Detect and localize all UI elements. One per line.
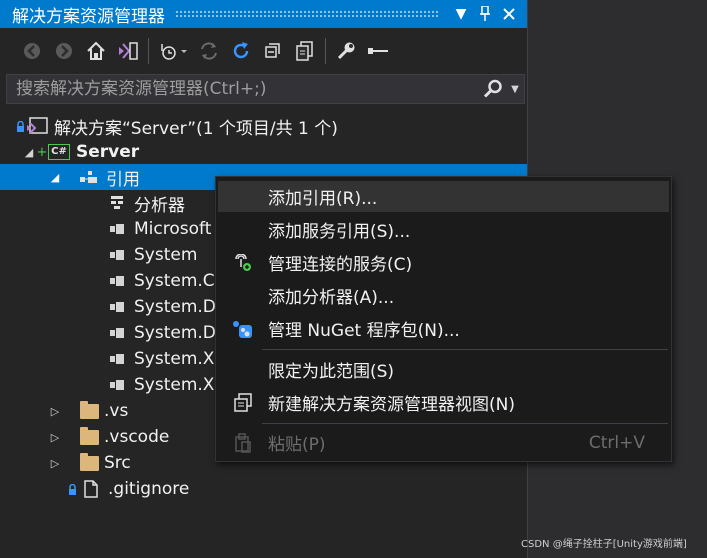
ref-item-label: 分析器 <box>134 195 185 216</box>
new-view-icon <box>218 392 268 413</box>
dropdown-icon[interactable]: ▼ <box>449 0 473 28</box>
folder-label: .vscode <box>104 427 170 447</box>
folder-icon <box>78 452 100 473</box>
nuget-icon <box>218 319 268 339</box>
csharp-badge: C# <box>48 144 70 160</box>
solution-label: 解决方案“Server”(1 个项目/共 1 个) <box>54 118 338 139</box>
search-icon[interactable] <box>480 79 506 99</box>
panel-title: 解决方案资源管理器 <box>12 6 165 27</box>
ref-item-label: System.X <box>134 349 215 369</box>
menu-separator <box>262 349 668 350</box>
menu-item-add-reference[interactable]: 添加引用(R)... <box>218 181 669 212</box>
sync-icon[interactable] <box>193 35 225 67</box>
project-label: Server <box>76 142 140 162</box>
folder-label: Src <box>104 453 131 473</box>
explorer-toolbar <box>0 28 527 74</box>
menu-item-label: 添加分析器(A)... <box>268 288 395 308</box>
toolbar-separator <box>325 38 326 64</box>
tree-project-row[interactable]: ◢ + C# Server <box>0 139 527 165</box>
menu-separator <box>262 423 668 424</box>
forward-icon[interactable] <box>48 35 80 67</box>
references-label: 引用 <box>106 169 140 190</box>
git-added-icon: + <box>36 144 48 160</box>
ref-item-label: System.D <box>134 297 216 317</box>
menu-item-manage-nuget[interactable]: 管理 NuGet 程序包(N)... <box>218 313 669 344</box>
csharp-project-icon: C# <box>48 142 70 162</box>
search-box[interactable]: ▼ <box>6 74 525 104</box>
assembly-reference-icon <box>106 349 128 369</box>
pin-icon[interactable] <box>473 0 497 28</box>
menu-item-manage-connected-services[interactable]: 管理连接的服务(C) <box>218 247 669 278</box>
solution-icon <box>26 116 48 136</box>
assembly-reference-icon <box>106 323 128 343</box>
ref-item-label: System.C <box>134 271 215 291</box>
vs-switch-views-icon[interactable] <box>112 35 144 67</box>
folder-label: .vs <box>104 401 129 421</box>
collapse-all-icon[interactable] <box>257 35 289 67</box>
paste-icon <box>218 432 268 453</box>
connected-service-icon <box>218 253 268 272</box>
lock-icon <box>16 120 26 132</box>
home-icon[interactable] <box>80 35 112 67</box>
folder-icon <box>78 426 100 447</box>
search-input[interactable] <box>7 78 480 100</box>
ref-item-label: System <box>134 245 198 265</box>
menu-item-add-analyzer[interactable]: 添加分析器(A)... <box>218 280 669 311</box>
show-all-files-icon[interactable] <box>289 35 321 67</box>
file-label: .gitignore <box>108 479 190 499</box>
expanded-arrow-icon[interactable]: ◢ <box>22 146 36 159</box>
collapsed-arrow-icon[interactable]: ▷ <box>48 457 62 470</box>
ref-item-label: Microsoft <box>134 219 212 239</box>
assembly-reference-icon <box>106 375 128 395</box>
file-icon <box>82 479 100 499</box>
assembly-reference-icon <box>106 219 128 239</box>
preview-icon[interactable] <box>362 35 394 67</box>
refresh-icon[interactable] <box>225 35 257 67</box>
ref-item-label: System.X <box>134 375 215 395</box>
menu-item-paste[interactable]: 粘贴(P) Ctrl+V <box>218 427 669 458</box>
title-grip[interactable] <box>175 10 439 18</box>
close-icon[interactable] <box>497 0 521 28</box>
menu-item-label: 限定为此范围(S) <box>268 362 395 382</box>
ref-item-label: System.D <box>134 323 216 343</box>
search-options-dropdown-icon[interactable]: ▼ <box>506 84 524 95</box>
menu-item-shortcut: Ctrl+V <box>588 432 645 453</box>
toolbar-separator <box>148 38 149 64</box>
menu-item-label: 新建解决方案资源管理器视图(N) <box>268 395 515 415</box>
menu-item-label: 添加服务引用(S)... <box>268 222 411 242</box>
pending-changes-filter-icon[interactable] <box>153 35 193 67</box>
menu-item-add-service-reference[interactable]: 添加服务引用(S)... <box>218 214 669 245</box>
folder-icon <box>78 400 100 421</box>
assembly-reference-icon <box>106 271 128 291</box>
analyzer-icon <box>106 193 128 213</box>
tree-solution-row[interactable]: 解决方案“Server”(1 个项目/共 1 个) <box>0 113 527 139</box>
panel-titlebar[interactable]: 解决方案资源管理器 ▼ <box>0 0 527 28</box>
collapsed-arrow-icon[interactable]: ▷ <box>48 405 62 418</box>
menu-item-label: 管理 NuGet 程序包(N)... <box>268 321 460 341</box>
properties-icon[interactable] <box>330 35 362 67</box>
expanded-arrow-icon[interactable]: ◢ <box>48 171 62 184</box>
collapsed-arrow-icon[interactable]: ▷ <box>48 431 62 444</box>
lock-icon <box>68 483 82 495</box>
watermark: CSDN @绳子拴柱子[Unity游戏前端] <box>521 539 687 550</box>
assembly-reference-icon <box>106 297 128 317</box>
menu-item-label: 管理连接的服务(C) <box>268 255 413 275</box>
references-icon <box>78 167 100 187</box>
assembly-reference-icon <box>106 245 128 265</box>
menu-item-new-explorer-view[interactable]: 新建解决方案资源管理器视图(N) <box>218 387 669 418</box>
tree-file-row[interactable]: .gitignore <box>0 476 527 502</box>
menu-item-scope-to-this[interactable]: 限定为此范围(S) <box>218 354 669 385</box>
menu-item-label: 粘贴(P) <box>268 435 326 455</box>
back-icon[interactable] <box>16 35 48 67</box>
context-menu: 添加引用(R)... 添加服务引用(S)... 管理连接的服务(C) 添加分析器… <box>215 176 672 462</box>
menu-item-label: 添加引用(R)... <box>268 189 378 209</box>
